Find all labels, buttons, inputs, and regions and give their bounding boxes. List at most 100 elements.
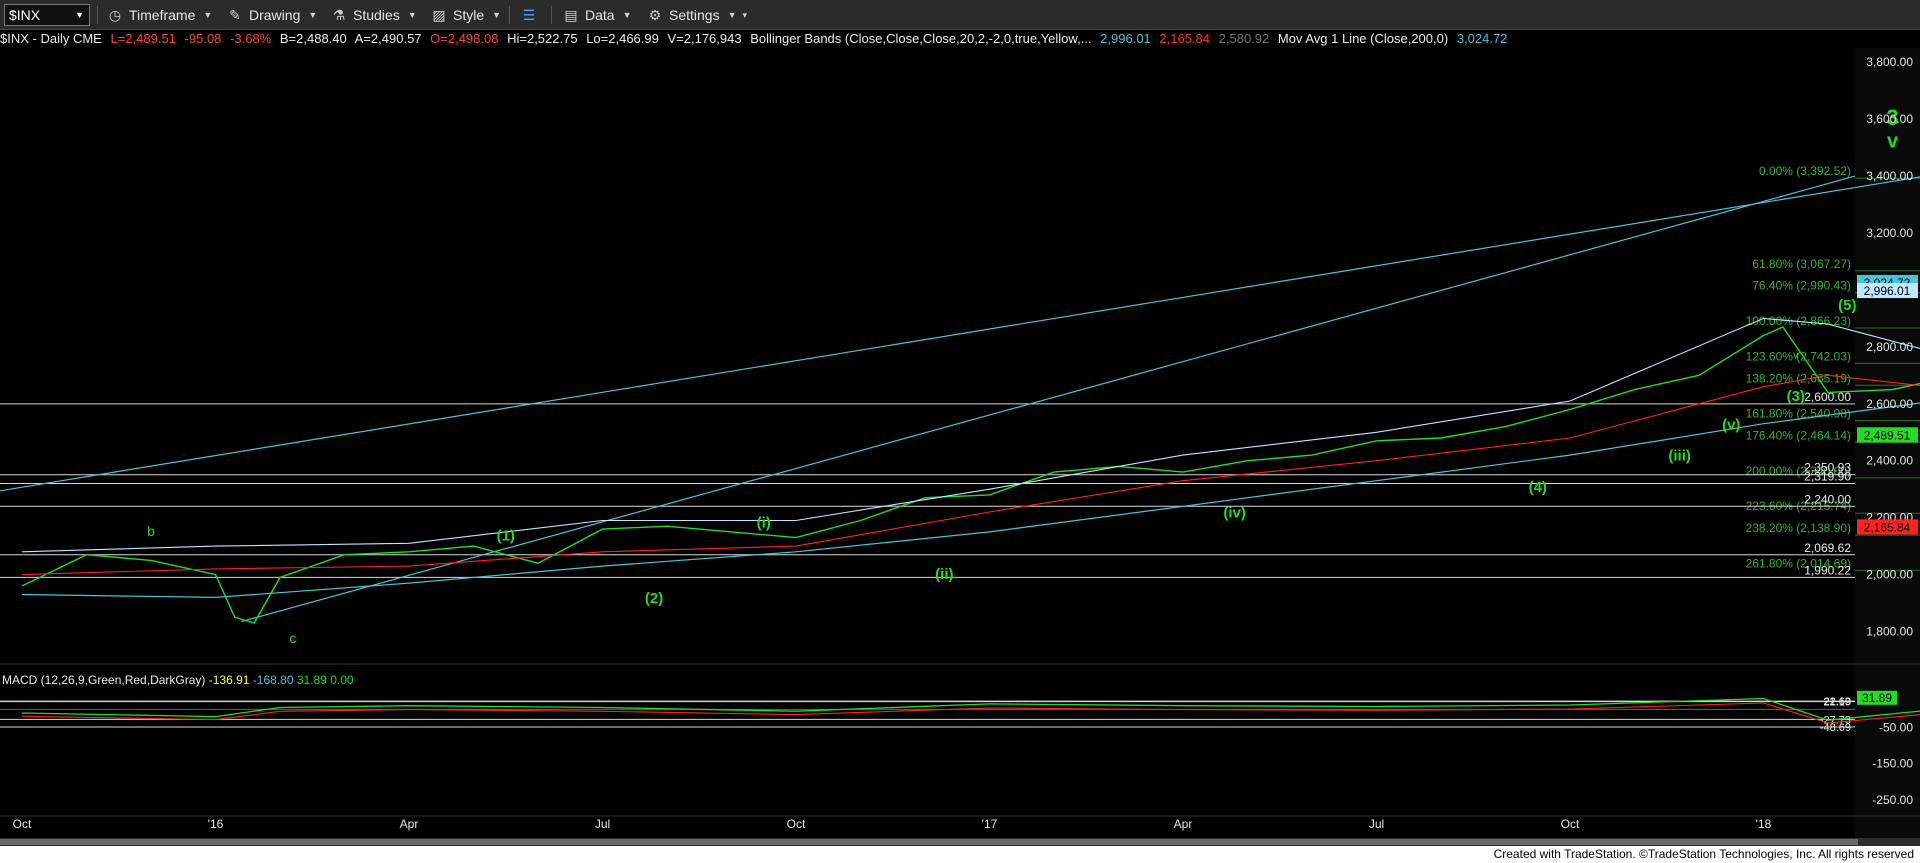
level-label: 1,990.22	[1804, 563, 1851, 577]
overflow-icon: ▾	[742, 9, 748, 20]
bid-price: B=2,488.40	[279, 31, 347, 46]
fib-level-label: 238.20% (2,138.90)	[1746, 521, 1851, 535]
price-tag-label: 2,489.51	[1864, 428, 1911, 442]
macd-y-tick: -250.00	[1872, 793, 1913, 807]
bb-upper-value: 2,996.01	[1100, 31, 1151, 46]
toolbar-divider	[509, 6, 510, 24]
y-tick-label: 3,400.00	[1866, 169, 1913, 183]
studies-label: Studies	[353, 7, 400, 23]
x-tick-label: '17	[982, 817, 998, 831]
level-label: 2,350.93	[1804, 461, 1851, 475]
price-chart[interactable]: 0.00% (3,392.52) 61.80% (3,067.27) 76.40% …	[0, 0, 1920, 863]
last-price: L=2,489.51	[110, 31, 176, 46]
drawing-label: Drawing	[249, 7, 301, 23]
level-label: 2,600.00	[1804, 390, 1851, 404]
studies-menu[interactable]: ⚗ Studies ▼	[330, 4, 417, 26]
data-label: Data	[585, 7, 615, 23]
chart-style-icon: ▨	[432, 6, 446, 23]
layout-icon: ☰	[522, 6, 536, 23]
scrollbar-thumb[interactable]	[0, 839, 1858, 845]
fib-level-label: 61.80% (3,067.27)	[1752, 257, 1851, 271]
wave-label: (4)	[1529, 479, 1547, 496]
symbol-input[interactable]: $INX ▼	[4, 4, 90, 26]
data-icon: ▤	[564, 6, 578, 23]
clock-icon: ◷	[108, 6, 122, 23]
wave-label: (2)	[645, 590, 663, 607]
x-tick-label: Oct	[1561, 817, 1580, 831]
fib-level-label: 138.20% (2,665.19)	[1746, 371, 1851, 385]
fib-level-label: 76.40% (2,990.43)	[1752, 279, 1851, 293]
drawing-menu[interactable]: ✎ Drawing ▼	[226, 4, 317, 26]
x-tick-label: Apr	[400, 817, 419, 831]
chevron-down-icon: ▼	[727, 10, 737, 20]
price-tag-label: 2,165.84	[1864, 520, 1911, 534]
copyright-footer: Created with TradeStation. ©TradeStation…	[0, 846, 1920, 863]
fib-level-label: 176.40% (2,464.14)	[1746, 428, 1851, 442]
mavg-value: 3,024.72	[1456, 31, 1508, 46]
open-price: O=2,498.08	[430, 31, 499, 46]
price-line	[21, 326, 1920, 624]
wave-label: (ii)	[935, 566, 953, 583]
y-tick-label: 1,800.00	[1866, 625, 1913, 639]
macd-tag	[1857, 690, 1897, 705]
macd-label: MACD (12,26,9,Green,Red,DarkGray)	[2, 673, 206, 687]
fib-level-label: 123.60% (2,742.03)	[1746, 349, 1851, 363]
toolbar-divider	[551, 6, 552, 24]
ma-red-line	[21, 374, 1920, 576]
macd-line	[21, 697, 1920, 721]
bollinger-label: Bollinger Bands (Close,Close,Close,20,2,…	[750, 31, 1092, 46]
toolbar: $INX ▼ ◷ Timeframe ▼ ✎ Drawing ▼ ⚗ Studi…	[0, 0, 1920, 30]
macd-hist-value: 31.89	[296, 673, 327, 687]
settings-label: Settings	[669, 7, 720, 23]
bb-lower-value: 2,165.84	[1159, 31, 1211, 46]
y-tick-label: 3,800.00	[1866, 55, 1913, 69]
macd-tag-label: 31.89	[1862, 691, 1892, 705]
x-tick-label: '18	[1756, 817, 1772, 831]
macd-signal-line	[21, 702, 1920, 724]
y-tick-label: 2,400.00	[1866, 454, 1913, 468]
macd-level-label: -48.69	[1820, 722, 1851, 734]
price-tag-label: 2,996.01	[1864, 284, 1911, 298]
pencil-icon: ✎	[229, 6, 241, 23]
macd-y-tick: -50.00	[1879, 720, 1913, 734]
layout-button[interactable]: ☰	[520, 4, 543, 26]
macd-header: MACD (12,26,9,Green,Red,DarkGray) -136.9…	[2, 673, 354, 687]
wave-label: (iii)	[1668, 448, 1691, 465]
price-axis-panel	[1855, 48, 1920, 838]
symbol-value: $INX	[9, 7, 41, 23]
wave-label: 3	[1886, 105, 1898, 130]
price-tag-label: 3,024.72	[1864, 276, 1911, 290]
macd-value: -136.91	[208, 673, 250, 687]
level-label: 2,240.00	[1804, 492, 1851, 506]
data-menu[interactable]: ▤ Data ▼	[562, 4, 632, 26]
macd-signal-value: -168.80	[252, 673, 294, 687]
wave-label: (iv)	[1223, 505, 1246, 522]
settings-menu[interactable]: ⚙ Settings ▼ ▾	[646, 4, 747, 26]
macd-zero-value: 0.00	[330, 673, 354, 687]
price-tag	[1857, 274, 1918, 290]
low-price: Lo=2,466.99	[586, 31, 659, 46]
macd-level-label: 22.63	[1823, 696, 1851, 708]
wave-label: (3)	[1787, 388, 1805, 405]
fib-level-label: 0.00% (3,392.52)	[1759, 164, 1851, 178]
ask-price: A=2,490.57	[354, 31, 422, 46]
wave-label: (i)	[757, 515, 771, 532]
flask-icon: ⚗	[332, 6, 346, 23]
bb-mid-value: 2,580.92	[1218, 31, 1270, 46]
fib-level-label: 100.00% (2,866.23)	[1746, 314, 1851, 328]
time-scrollbar[interactable]	[0, 838, 1920, 846]
mavg-label: Mov Avg 1 Line (Close,200,0)	[1277, 31, 1449, 46]
style-menu[interactable]: ▨ Style ▼	[430, 4, 501, 26]
timeframe-menu[interactable]: ◷ Timeframe ▼	[106, 4, 212, 26]
x-tick-label: Oct	[787, 817, 806, 831]
style-label: Style	[453, 7, 485, 23]
y-tick-label: 2,600.00	[1866, 397, 1913, 411]
bb-upper-line	[21, 317, 1920, 553]
fib-level-label: 161.80% (2,540.98)	[1746, 407, 1851, 421]
pct-change: -3.68%	[230, 31, 272, 46]
channel-lower-line	[241, 175, 1856, 623]
price-tag	[1857, 283, 1918, 299]
chevron-down-icon: ▼	[622, 10, 632, 20]
wave-label: v	[1887, 131, 1899, 153]
y-tick-label: 3,000.00	[1866, 283, 1913, 297]
